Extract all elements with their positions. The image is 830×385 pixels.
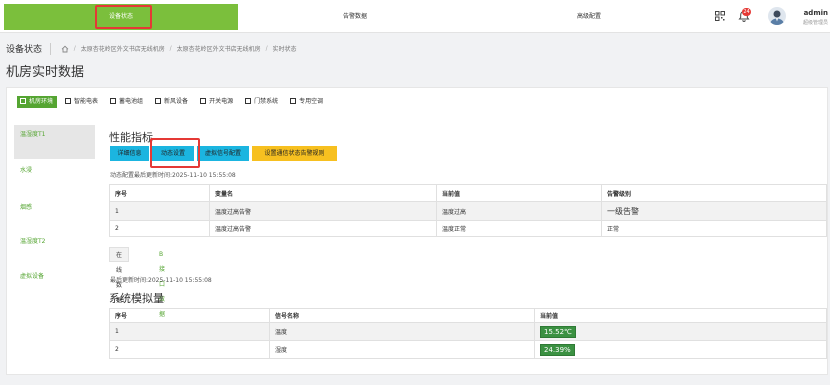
category-label: 新风设备	[164, 98, 189, 105]
section-title-analog: 系统模拟量	[109, 292, 164, 305]
category-tab-room-env[interactable]: 机房环境	[17, 96, 58, 108]
sidebar-item-smoke[interactable]: 烟感	[14, 198, 95, 232]
category-tab-power-supply[interactable]: 开关电源	[197, 96, 237, 108]
analog-value-table: 序号 信号名称 当前值 1 温度 15.52℃ 2 湿度 24.39%	[109, 308, 827, 359]
dynamic-config-timestamp: 动态配置最后更新时间:2025-11-10 15:55:08	[110, 172, 236, 179]
tab-b-interface-data[interactable]: B接口数据	[153, 247, 171, 318]
value-badge: 15.52℃	[540, 325, 576, 338]
category-label: 开关电源	[209, 98, 234, 105]
category-tab-smart-meter[interactable]: 智能电表	[62, 96, 102, 108]
sidebar-item-th-t1[interactable]: 温湿度T1	[14, 125, 95, 159]
table-cell: 湿度	[269, 340, 535, 359]
breadcrumb-slash: /	[73, 45, 76, 52]
home-icon[interactable]	[61, 45, 69, 53]
category-label: 智能电表	[74, 98, 99, 105]
breadcrumb-item-room[interactable]: 太原杏花岭区外文书店无线机房	[177, 46, 261, 53]
nav-tab-device-status[interactable]: 设备状态	[4, 4, 238, 30]
table-header-row: 序号 变量名 当前值 告警级别	[109, 184, 827, 202]
table-cell: 2	[109, 340, 270, 359]
virtual-signal-config-button[interactable]: 虚拟信号配置	[197, 146, 249, 161]
column-header: 序号	[109, 184, 210, 202]
breadcrumb-item-site[interactable]: 太原杏花岭区外文书店无线机房	[81, 46, 165, 53]
category-tab-air-conditioner[interactable]: 专用空调	[287, 96, 327, 108]
column-header: 当前值	[436, 184, 602, 202]
notification-badge: 24	[742, 8, 751, 16]
category-tabs: 机房环境 智能电表 蓄电池组 新风设备 开关电源 门禁系统 专用空调	[17, 96, 332, 110]
table-cell: 温度过高	[436, 201, 602, 221]
top-navbar: 设备状态 告警数据 高级配置 24 admin 超级管理员	[0, 0, 830, 33]
table-cell: 1	[109, 201, 210, 221]
alarm-level-cell: 一级告警	[601, 201, 827, 221]
user-role: 超级管理员	[802, 20, 828, 26]
table-cell: 温度过高告警	[209, 220, 437, 237]
alarm-level-cell: 正常	[601, 220, 827, 237]
table-cell: 2	[109, 220, 210, 237]
category-icon	[110, 98, 117, 104]
table-cell: 1	[109, 322, 270, 341]
dynamic-settings-button[interactable]: 动态设置	[152, 146, 194, 161]
category-label: 专用空调	[299, 98, 324, 105]
table-row: 2 温度过高告警 温度正常 正常	[109, 220, 827, 237]
column-header: 告警级别	[601, 184, 827, 202]
category-icon	[200, 98, 207, 104]
category-icon	[245, 98, 252, 104]
sidebar-item-th-t2[interactable]: 温湿度T2	[14, 232, 95, 266]
nav-tab-advanced-config[interactable]: 高级配置	[472, 4, 706, 30]
breadcrumb-slash: /	[169, 45, 172, 52]
category-icon	[65, 98, 72, 104]
column-header: 当前值	[534, 308, 827, 323]
alarm-variable-table: 序号 变量名 当前值 告警级别 1 温度过高告警 温度过高 一级告警 2 温度过…	[109, 184, 827, 237]
sidebar-item-virtual-device[interactable]: 虚拟设备	[14, 267, 95, 301]
breadcrumb: 设备状态 / 太原杏花岭区外文书店无线机房 / 太原杏花岭区外文书店无线机房 /…	[6, 42, 406, 55]
breadcrumb-slash: /	[265, 45, 268, 52]
tab-online-data[interactable]: 在线数据	[109, 247, 130, 304]
value-cell: 24.39%	[534, 340, 827, 359]
category-tab-battery[interactable]: 蓄电池组	[107, 96, 147, 108]
user-name[interactable]: admin	[792, 9, 828, 17]
table-cell: 温度	[269, 322, 535, 341]
comm-alarm-rule-button[interactable]: 设置通信状态告警规则	[252, 146, 337, 161]
nav-tab-alarm-data[interactable]: 告警数据	[238, 4, 472, 30]
breadcrumb-section-title: 设备状态	[6, 45, 43, 55]
detail-button[interactable]: 详细信息	[110, 146, 149, 161]
breadcrumb-divider	[49, 42, 51, 55]
table-cell: 温度过高告警	[209, 201, 437, 221]
section-title-performance: 性能指标	[109, 131, 153, 144]
user-avatar[interactable]	[768, 7, 786, 25]
qr-code-icon[interactable]	[715, 11, 725, 21]
column-header: 序号	[109, 308, 270, 323]
table-cell: 温度正常	[436, 220, 602, 237]
breadcrumb-item-current: 实时状态	[272, 46, 297, 53]
category-label: 机房环境	[29, 98, 54, 105]
category-label: 蓄电池组	[119, 98, 144, 105]
table-row: 1 温度 15.52℃	[109, 322, 827, 341]
category-icon	[155, 98, 162, 104]
category-icon	[290, 98, 297, 104]
value-badge: 24.39%	[540, 343, 575, 356]
table-header-row: 序号 信号名称 当前值	[109, 308, 827, 323]
page-title: 机房实时数据	[6, 65, 85, 80]
column-header: 变量名	[209, 184, 437, 202]
category-label: 门禁系统	[254, 98, 279, 105]
category-tab-access-control[interactable]: 门禁系统	[242, 96, 282, 108]
last-update-timestamp: 最后更新时间:2025-11-10 15:55:08	[110, 277, 212, 284]
value-cell: 15.52℃	[534, 322, 827, 341]
category-tab-fresh-air[interactable]: 新风设备	[152, 96, 192, 108]
table-row: 2 湿度 24.39%	[109, 340, 827, 359]
column-header: 信号名称	[269, 308, 535, 323]
sidebar-item-water-leak[interactable]: 水浸	[14, 161, 95, 195]
category-icon	[20, 98, 26, 104]
table-row: 1 温度过高告警 温度过高 一级告警	[109, 201, 827, 221]
